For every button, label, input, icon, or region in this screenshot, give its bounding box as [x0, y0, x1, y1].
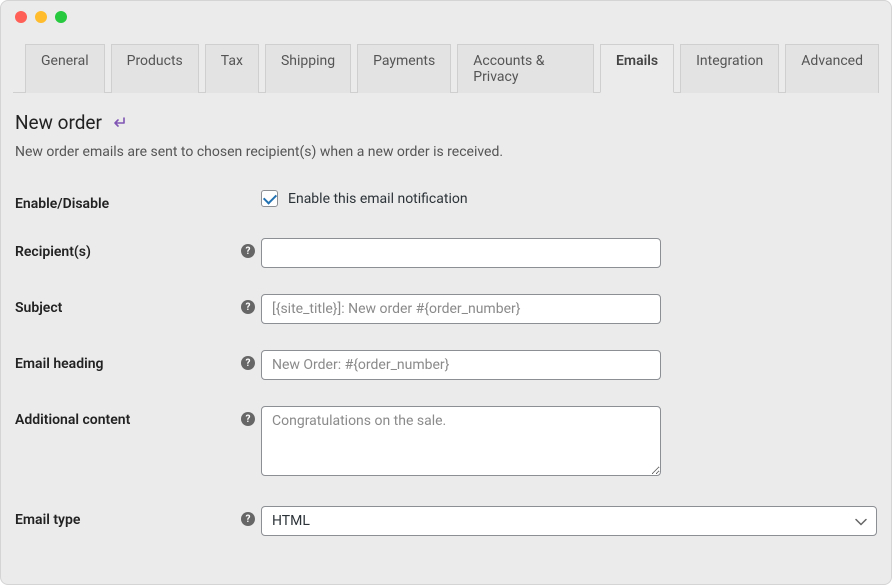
recipients-input[interactable]: [261, 238, 661, 268]
settings-tabs: General Products Tax Shipping Payments A…: [13, 43, 879, 93]
tab-integration[interactable]: Integration: [680, 44, 779, 93]
label-additional-content: Additional content: [15, 412, 130, 428]
tab-shipping[interactable]: Shipping: [265, 44, 351, 93]
tab-advanced[interactable]: Advanced: [785, 44, 879, 93]
window-titlebar: [1, 1, 891, 33]
help-icon[interactable]: ?: [241, 300, 255, 314]
additional-content-textarea[interactable]: [261, 406, 661, 476]
tab-accounts-privacy[interactable]: Accounts & Privacy: [457, 44, 594, 93]
label-email-heading: Email heading: [15, 356, 104, 372]
subject-input[interactable]: [261, 294, 661, 324]
label-subject: Subject: [15, 300, 62, 316]
tab-emails[interactable]: Emails: [600, 44, 674, 93]
page-body: New order New order emails are sent to c…: [13, 93, 879, 536]
label-enable-disable: Enable/Disable: [15, 196, 109, 212]
email-type-select[interactable]: HTML: [261, 506, 877, 536]
email-heading-input[interactable]: [261, 350, 661, 380]
tab-products[interactable]: Products: [111, 44, 199, 93]
window-close-button[interactable]: [15, 11, 27, 23]
label-recipients: Recipient(s): [15, 244, 91, 260]
label-email-type: Email type: [15, 512, 80, 528]
help-icon[interactable]: ?: [241, 412, 255, 426]
window: General Products Tax Shipping Payments A…: [0, 0, 892, 585]
window-minimize-button[interactable]: [35, 11, 47, 23]
page-description: New order emails are sent to chosen reci…: [15, 144, 877, 160]
page-title: New order: [15, 111, 102, 134]
help-icon[interactable]: ?: [241, 244, 255, 258]
enable-checkbox-label: Enable this email notification: [288, 191, 468, 207]
enable-checkbox-row[interactable]: Enable this email notification: [261, 190, 661, 207]
settings-form: Enable/Disable Enable this email notific…: [15, 190, 877, 536]
content-area: General Products Tax Shipping Payments A…: [1, 33, 891, 584]
tab-tax[interactable]: Tax: [205, 44, 259, 93]
help-icon[interactable]: ?: [241, 512, 255, 526]
window-maximize-button[interactable]: [55, 11, 67, 23]
tab-payments[interactable]: Payments: [357, 44, 451, 93]
tab-general[interactable]: General: [25, 44, 105, 93]
enable-checkbox[interactable]: [261, 190, 278, 207]
return-icon[interactable]: [112, 117, 126, 129]
help-icon[interactable]: ?: [241, 356, 255, 370]
